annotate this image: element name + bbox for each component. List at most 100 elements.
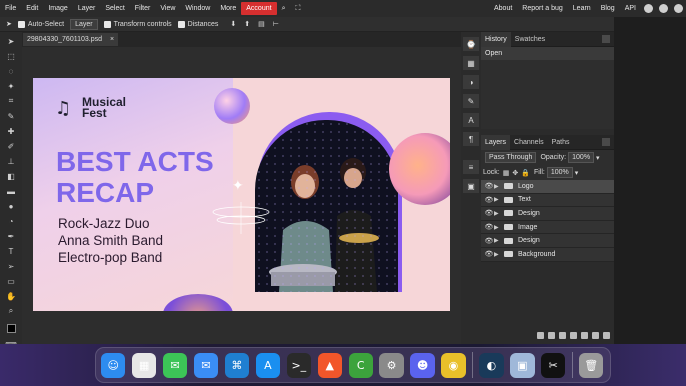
messages-icon[interactable]: ✉ — [162, 352, 188, 378]
brush-icon[interactable]: ✐ — [4, 140, 18, 152]
align-icon[interactable]: ⬇ — [230, 20, 236, 28]
mail-icon[interactable]: ✉ — [193, 352, 219, 378]
chrome-icon[interactable]: ◉ — [441, 352, 466, 378]
tab-paths[interactable]: Paths — [548, 135, 574, 150]
effects-icon[interactable] — [548, 331, 555, 339]
path-select-icon[interactable]: ➢ — [4, 260, 18, 272]
settings-icon[interactable]: ⚙ — [379, 352, 404, 378]
layer-row[interactable]: 👁 ▶ Image — [481, 220, 614, 235]
layer-row[interactable]: 👁 ▶ Background — [481, 247, 614, 262]
document-tab[interactable]: 29804330_7601103.psd × — [23, 33, 119, 46]
expand-icon[interactable]: ▶ — [494, 196, 502, 203]
history-item[interactable]: Open — [481, 47, 614, 60]
paragraph-icon[interactable]: ¶ — [463, 132, 479, 146]
facebook-icon[interactable] — [674, 4, 683, 13]
color-swatches-icon[interactable] — [4, 320, 18, 336]
crop-icon[interactable]: ⌗ — [4, 95, 18, 107]
properties-icon[interactable]: ≡ — [463, 160, 479, 174]
auto-select-checkbox[interactable] — [17, 20, 25, 28]
transform-controls-checkbox[interactable] — [103, 20, 111, 28]
zoom-icon[interactable]: ⌕ — [4, 305, 18, 317]
move-icon[interactable]: ➤ — [4, 35, 18, 47]
poster-artboard[interactable]: ♫ Musical Fest BEST ACTS RECAP Rock-Jazz… — [33, 78, 450, 311]
layer-row[interactable]: 👁 ▶ Logo — [481, 180, 614, 194]
eye-icon[interactable]: 👁 — [484, 223, 494, 231]
distribute-icon[interactable]: ⬆ — [244, 20, 250, 28]
expand-icon[interactable]: ▶ — [494, 183, 502, 190]
adjustment-layer-icon[interactable] — [570, 331, 577, 339]
learn-link[interactable]: Learn — [568, 5, 596, 12]
lock-all-icon[interactable]: 🔒 — [521, 169, 530, 177]
panel-menu-icon[interactable] — [602, 35, 610, 43]
lock-pixels-icon[interactable]: ▦ — [503, 169, 510, 177]
fill-dropdown-icon[interactable]: ▾ — [575, 169, 579, 177]
vscode-icon[interactable]: ⌘ — [224, 352, 250, 378]
tab-history[interactable]: History — [481, 31, 511, 47]
twitter-icon[interactable] — [659, 4, 668, 13]
menu-view[interactable]: View — [155, 5, 180, 12]
image-icon[interactable]: ▣ — [463, 179, 479, 193]
eye-icon[interactable]: 👁 — [484, 196, 494, 204]
menu-select[interactable]: Select — [100, 5, 129, 12]
capcut-icon[interactable]: ✂ — [541, 352, 566, 378]
layer-row[interactable]: 👁 ▶ Design — [481, 207, 614, 221]
menu-window[interactable]: Window — [180, 5, 215, 12]
tab-swatches[interactable]: Swatches — [511, 32, 549, 47]
marquee-icon[interactable]: ⬚ — [4, 50, 18, 62]
about-link[interactable]: About — [489, 5, 517, 12]
character-icon[interactable]: A — [463, 113, 479, 127]
type-icon[interactable]: T — [4, 245, 18, 257]
eye-icon[interactable]: 👁 — [484, 209, 494, 217]
menu-layer[interactable]: Layer — [73, 5, 101, 12]
close-icon[interactable]: × — [110, 36, 114, 43]
api-link[interactable]: API — [620, 5, 641, 12]
finder-icon[interactable]: ☺ — [101, 352, 126, 378]
layers-menu-icon[interactable] — [602, 138, 610, 146]
app-store-icon[interactable]: A — [255, 352, 281, 378]
steam-icon[interactable]: ◐ — [479, 352, 504, 378]
align-left-icon[interactable]: ⊢ — [273, 20, 279, 28]
eye-icon[interactable]: 👁 — [484, 250, 494, 258]
opacity-input[interactable]: 100% — [568, 152, 595, 163]
fullscreen-icon[interactable]: ⛶ — [290, 5, 305, 13]
menu-more[interactable]: More — [215, 5, 241, 12]
lock-position-icon[interactable]: ✥ — [512, 169, 518, 177]
history-icon[interactable]: ⌚ — [463, 37, 479, 51]
pen-icon[interactable]: ✒ — [4, 230, 18, 242]
eraser-icon[interactable]: ◧ — [4, 170, 18, 182]
adjustments-icon[interactable]: ◑ — [463, 75, 479, 89]
group-icon[interactable] — [581, 331, 588, 339]
launchpad-icon[interactable]: ▦ — [131, 352, 157, 378]
dodge-icon[interactable]: ◔ — [4, 215, 18, 227]
search-icon[interactable]: ⌕ — [277, 5, 291, 13]
layer-select[interactable]: Layer — [70, 18, 98, 30]
trash-icon[interactable]: 🗑 — [579, 352, 604, 378]
menu-image[interactable]: Image — [43, 5, 72, 12]
opacity-dropdown-icon[interactable]: ▾ — [596, 154, 600, 162]
healing-icon[interactable]: ✚ — [4, 125, 18, 137]
preview-icon[interactable]: ▣ — [510, 352, 535, 378]
blur-icon[interactable]: ● — [4, 200, 18, 212]
reddit-icon[interactable] — [644, 4, 653, 13]
blog-link[interactable]: Blog — [596, 5, 620, 12]
eyedropper-icon[interactable]: ✎ — [4, 110, 18, 122]
menu-file[interactable]: File — [0, 5, 21, 12]
blend-mode-select[interactable]: Pass Through — [485, 152, 537, 163]
tab-channels[interactable]: Channels — [510, 135, 548, 150]
swatches-icon[interactable]: ▦ — [463, 56, 479, 70]
menu-filter[interactable]: Filter — [130, 5, 156, 12]
magic-wand-icon[interactable]: ✦ — [4, 80, 18, 92]
expand-icon[interactable]: ▶ — [494, 224, 502, 231]
fill-input[interactable]: 100% — [546, 167, 573, 178]
arrange-icon[interactable]: ▤ — [258, 20, 265, 28]
link-icon[interactable] — [537, 331, 544, 339]
expand-icon[interactable]: ▶ — [494, 210, 502, 217]
layer-row[interactable]: 👁 ▶ Text — [481, 193, 614, 208]
brave-icon[interactable]: ▲ — [317, 352, 342, 378]
expand-icon[interactable]: ▶ — [494, 237, 502, 244]
account-button[interactable]: Account — [241, 2, 277, 15]
mask-icon[interactable] — [559, 331, 566, 339]
delete-layer-icon[interactable] — [603, 331, 610, 339]
distances-checkbox[interactable] — [177, 20, 185, 28]
eye-icon[interactable]: 👁 — [484, 237, 494, 245]
